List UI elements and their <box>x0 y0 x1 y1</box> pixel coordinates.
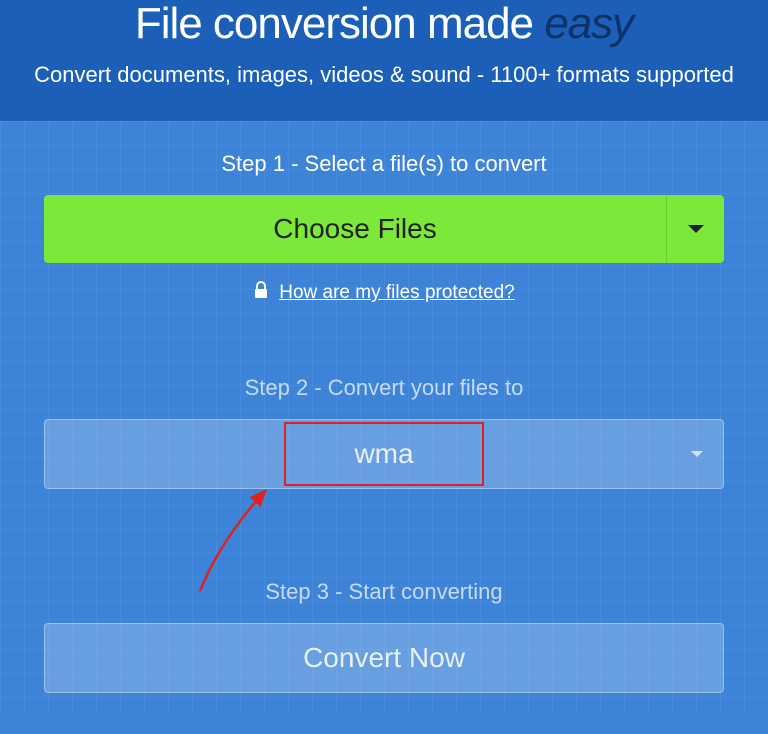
convert-now-button[interactable]: Convert Now <box>44 623 724 693</box>
protected-row: How are my files protected? <box>44 281 724 305</box>
step3-label: Step 3 - Start converting <box>44 579 724 605</box>
format-selected-value: wma <box>284 422 484 486</box>
steps-section: Step 1 - Select a file(s) to convert Cho… <box>0 121 768 715</box>
title-emphasis: easy <box>544 0 633 48</box>
title-prefix: File conversion made <box>135 0 544 48</box>
choose-files-row: Choose Files <box>44 195 724 263</box>
format-select[interactable]: wma <box>44 419 724 489</box>
lock-icon <box>253 281 269 305</box>
step1-label: Step 1 - Select a file(s) to convert <box>44 151 724 177</box>
choose-files-dropdown-button[interactable] <box>666 195 724 263</box>
page-subtitle: Convert documents, images, videos & soun… <box>30 60 738 91</box>
choose-files-button[interactable]: Choose Files <box>44 195 666 263</box>
chevron-down-icon <box>688 225 704 233</box>
page-title: File conversion made easy <box>30 0 738 48</box>
chevron-down-icon <box>691 451 703 457</box>
files-protected-link[interactable]: How are my files protected? <box>253 281 515 305</box>
files-protected-text: How are my files protected? <box>279 282 515 304</box>
header-section: File conversion made easy Convert docume… <box>0 0 768 121</box>
step2-label: Step 2 - Convert your files to <box>44 375 724 401</box>
